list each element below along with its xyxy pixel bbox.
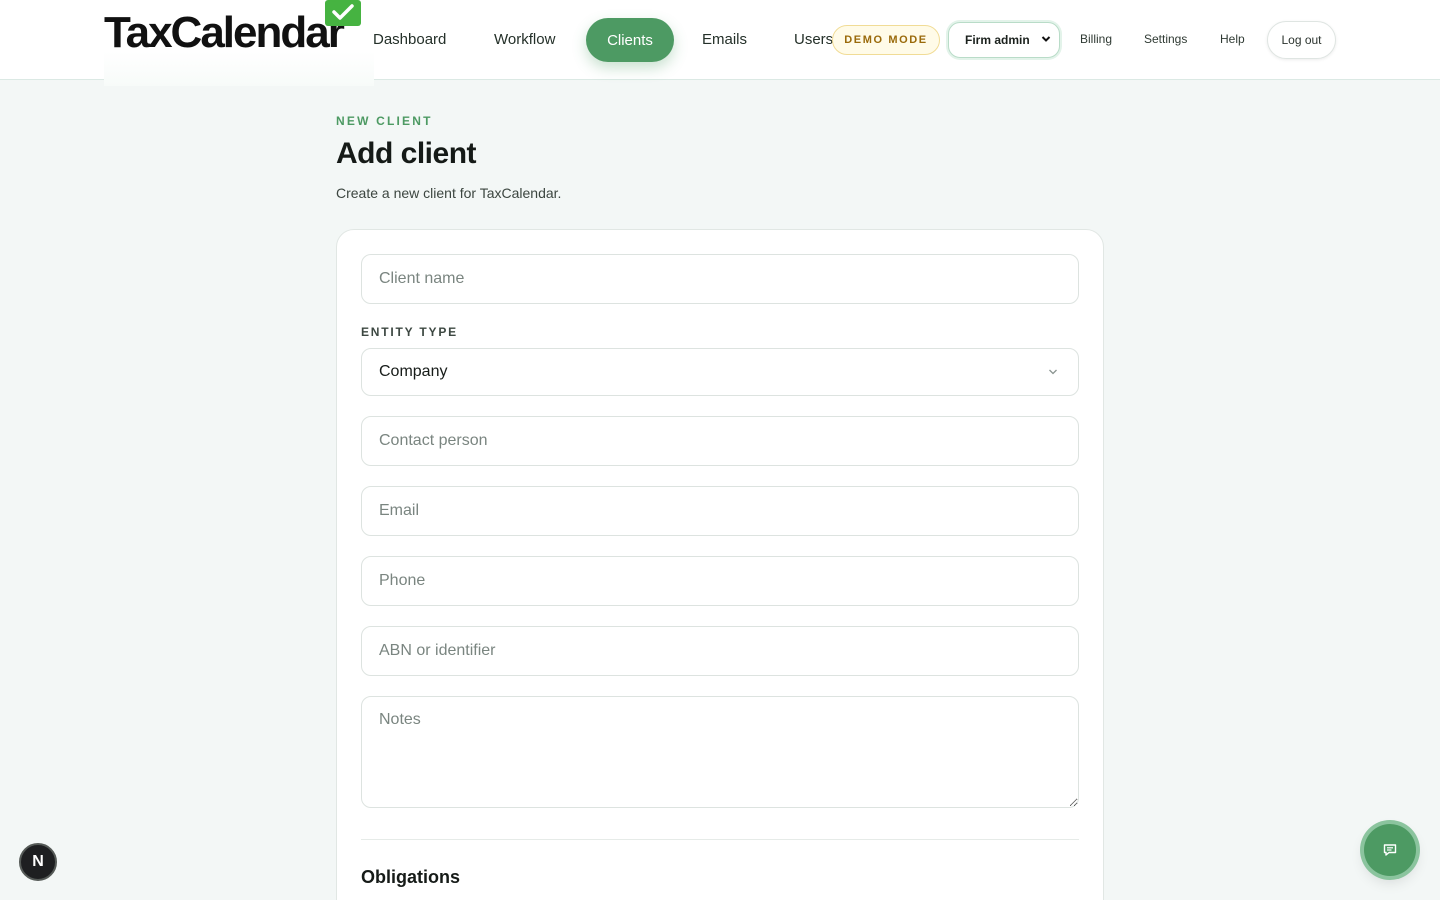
- obligations-heading: Obligations: [361, 867, 460, 887]
- chat-button[interactable]: [1364, 824, 1416, 876]
- page-subtitle: Create a new client for TaxCalendar.: [336, 185, 562, 201]
- nav-dashboard[interactable]: Dashboard: [373, 31, 446, 48]
- client-name-input[interactable]: [361, 254, 1079, 304]
- entity-type-select[interactable]: Company: [361, 348, 1079, 396]
- entity-type-label: ENTITY TYPE: [361, 325, 458, 339]
- dev-tools-badge-letter: N: [32, 853, 44, 870]
- email-input[interactable]: [361, 486, 1079, 536]
- nav-clients[interactable]: Clients: [586, 18, 674, 62]
- demo-mode-badge: DEMO MODE: [832, 25, 940, 55]
- page-eyebrow: NEW CLIENT: [336, 114, 433, 128]
- role-select-value: Firm admin: [965, 33, 1030, 47]
- top-navigation: TaxCalendar Dashboard Workflow Clients E…: [0, 0, 1440, 86]
- nav-users[interactable]: Users: [794, 31, 833, 48]
- page-title: Add client: [336, 137, 477, 170]
- abn-identifier-input[interactable]: [361, 626, 1079, 676]
- entity-type-value: Company: [379, 363, 448, 380]
- dev-tools-button[interactable]: N: [19, 843, 57, 881]
- nav-settings[interactable]: Settings: [1144, 32, 1187, 46]
- logout-button[interactable]: Log out: [1267, 21, 1336, 59]
- nav-workflow[interactable]: Workflow: [494, 31, 555, 48]
- nav-emails[interactable]: Emails: [702, 31, 747, 48]
- nav-billing[interactable]: Billing: [1080, 32, 1112, 46]
- chat-bubble-icon: [1383, 844, 1397, 856]
- section-divider: [361, 839, 1079, 840]
- phone-input[interactable]: [361, 556, 1079, 606]
- notes-textarea[interactable]: [361, 696, 1079, 808]
- calendar-check-icon: [325, 0, 361, 26]
- chevron-down-icon: [1041, 36, 1051, 42]
- logo-wordmark: TaxCalendar: [104, 8, 345, 57]
- taxcalendar-logo[interactable]: TaxCalendar: [104, 0, 374, 86]
- nav-help[interactable]: Help: [1220, 32, 1245, 46]
- chevron-down-icon: [1049, 369, 1057, 375]
- contact-person-input[interactable]: [361, 416, 1079, 466]
- role-select[interactable]: Firm admin: [948, 22, 1060, 58]
